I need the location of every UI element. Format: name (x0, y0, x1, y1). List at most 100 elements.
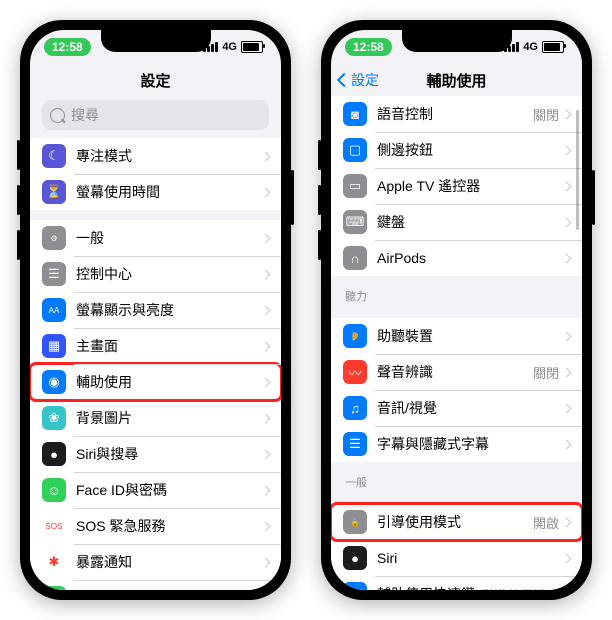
search-icon (50, 108, 65, 123)
row-label: 背景圖片 (76, 408, 262, 428)
row-detail: 關閉 (533, 105, 559, 124)
screen: 12:58 4G 設定 搜尋 ☾專注模式⏳螢幕使用時間⚙︎一般☰控制中心AA螢幕… (30, 30, 281, 590)
row-label: 語音控制 (377, 104, 533, 124)
chevron-right-icon (261, 485, 271, 495)
back-button[interactable]: 設定 (339, 64, 379, 96)
settings-group: 🔒引導使用模式開啟●Siri◉輔助使用快速鍵引導使用模式▣個別App設定 (331, 504, 582, 590)
settings-row[interactable]: AA 螢幕顯示與亮度 (30, 292, 281, 328)
chevron-right-icon (562, 553, 572, 563)
page-title: 輔助使用 (426, 70, 486, 91)
audio-visual-icon: ♫ (343, 396, 367, 420)
settings-row[interactable]: ▭ Apple TV 遙控器 (331, 168, 582, 204)
page-title: 設定 (140, 70, 170, 91)
sos-icon: SOS (42, 514, 66, 538)
settings-row[interactable]: ☰字幕與隱藏式字幕 (331, 426, 582, 462)
settings-row[interactable]: SOS SOS 緊急服務 (30, 508, 281, 544)
row-label: Apple TV 遙控器 (377, 176, 563, 196)
battery-icon: ▮ (42, 586, 66, 590)
settings-row[interactable]: ◉ 輔助使用 (30, 364, 281, 400)
settings-row[interactable]: ☺Face ID與密碼 (30, 472, 281, 508)
chevron-right-icon (562, 589, 572, 590)
chevron-right-icon (261, 341, 271, 351)
search-input[interactable]: 搜尋 (42, 100, 269, 130)
search-placeholder: 搜尋 (71, 105, 99, 125)
chevron-right-icon (562, 217, 572, 227)
row-label: 側邊按鈕 (377, 140, 563, 160)
settings-row[interactable]: ▮電池 (30, 580, 281, 590)
settings-row[interactable]: ⌨鍵盤 (331, 204, 582, 240)
airpods-icon: ∩ (343, 246, 367, 270)
chevron-right-icon (562, 439, 572, 449)
row-detail: 關閉 (533, 363, 559, 382)
battery-icon (542, 41, 564, 53)
content-area[interactable]: ◙語音控制關閉▢側邊按鈕▭Apple TV 遙控器⌨鍵盤∩AirPods聽力👂助… (331, 96, 582, 590)
settings-row[interactable]: ∩AirPods (331, 240, 582, 276)
settings-row[interactable]: ▦ 主畫面 (30, 328, 281, 364)
settings-row[interactable]: 👂助聽裝置 (331, 318, 582, 354)
wallpaper-icon: ❀ (42, 406, 66, 430)
chevron-right-icon (562, 517, 572, 527)
settings-row[interactable]: ● Siri與搜尋 (30, 436, 281, 472)
chevron-right-icon (562, 181, 572, 191)
settings-row[interactable]: 🔒引導使用模式開啟 (331, 504, 582, 540)
settings-row[interactable]: 〰聲音辨識關閉 (331, 354, 582, 390)
siri-icon: ● (42, 442, 66, 466)
row-label: 暴露通知 (76, 552, 262, 572)
chevron-right-icon (261, 449, 271, 459)
settings-row[interactable]: ●Siri (331, 540, 582, 576)
chevron-right-icon (261, 151, 271, 161)
nav-bar: 設定 輔助使用 (331, 64, 582, 96)
chevron-right-icon (261, 305, 271, 315)
subtitle-icon: ☰ (343, 432, 367, 456)
content-area[interactable]: 搜尋 ☾ 專注模式 ⏳螢幕使用時間 ⚙︎一般☰控制中心 AA 螢幕顯示與亮度 ▦ 主畫面 ◉ 輔助… (30, 96, 281, 590)
exposure-icon: ✱ (42, 550, 66, 574)
row-label: SOS 緊急服務 (76, 516, 262, 536)
settings-row[interactable]: ⚙︎一般 (30, 220, 281, 256)
row-label: 螢幕顯示與亮度 (76, 300, 262, 320)
row-label: 輔助使用 (76, 372, 262, 392)
settings-row[interactable]: ✱ 暴露通知 (30, 544, 281, 580)
section-header: 聽力 (331, 276, 582, 308)
home-icon: ▦ (42, 334, 66, 358)
control-center-icon: ☰ (42, 262, 66, 286)
accessibility-icon: ◉ (42, 370, 66, 394)
sound-recog-icon: 〰 (343, 360, 367, 384)
phone-frame-right: 12:58 4G 設定 輔助使用 ◙語音控制關閉▢側邊按鈕▭Apple TV 遙… (321, 20, 592, 600)
faceid-icon: ☺ (42, 478, 66, 502)
appletv-icon: ▭ (343, 174, 367, 198)
chevron-right-icon (261, 413, 271, 423)
settings-group: ⚙︎一般☰控制中心 AA 螢幕顯示與亮度 ▦ 主畫面 ◉ 輔助使用 ❀ 背景圖片 ● Siri與搜尋… (30, 220, 281, 590)
moon-icon: ☾ (42, 144, 66, 168)
settings-row[interactable]: ◉輔助使用快速鍵引導使用模式 (331, 576, 582, 590)
row-label: Siri與搜尋 (76, 444, 262, 464)
siri-icon: ● (343, 546, 367, 570)
chevron-right-icon (261, 233, 271, 243)
nav-bar: 設定 (30, 64, 281, 96)
settings-row[interactable]: ⏳螢幕使用時間 (30, 174, 281, 210)
settings-group: 👂助聽裝置〰聲音辨識關閉♫音訊/視覺☰字幕與隱藏式字幕 (331, 318, 582, 462)
settings-row[interactable]: ☰控制中心 (30, 256, 281, 292)
settings-row[interactable]: ❀ 背景圖片 (30, 400, 281, 436)
chevron-right-icon (562, 109, 572, 119)
chevron-right-icon (261, 521, 271, 531)
settings-group: ◙ 語音控制關閉 ▢側邊按鈕 ▭ Apple TV 遙控器 ⌨鍵盤∩AirPods (331, 96, 582, 276)
network-label: 4G (523, 41, 538, 53)
settings-group: ☾ 專注模式 ⏳螢幕使用時間 (30, 138, 281, 210)
voice-control-icon: ◙ (343, 102, 367, 126)
row-label: 專注模式 (76, 146, 262, 166)
chevron-right-icon (261, 377, 271, 387)
settings-row[interactable]: ◙ 語音控制關閉 (331, 96, 582, 132)
chevron-left-icon (337, 73, 351, 87)
hourglass-icon: ⏳ (42, 180, 66, 204)
chevron-right-icon (261, 269, 271, 279)
display-icon: AA (42, 298, 66, 322)
settings-row[interactable]: ☾ 專注模式 (30, 138, 281, 174)
settings-row[interactable]: ▢側邊按鈕 (331, 132, 582, 168)
section-header: 一般 (331, 462, 582, 494)
scrollbar[interactable] (576, 110, 579, 230)
chevron-right-icon (261, 557, 271, 567)
network-label: 4G (222, 41, 237, 53)
row-label: 主畫面 (76, 336, 262, 356)
row-label: 聲音辨識 (377, 362, 533, 382)
settings-row[interactable]: ♫音訊/視覺 (331, 390, 582, 426)
